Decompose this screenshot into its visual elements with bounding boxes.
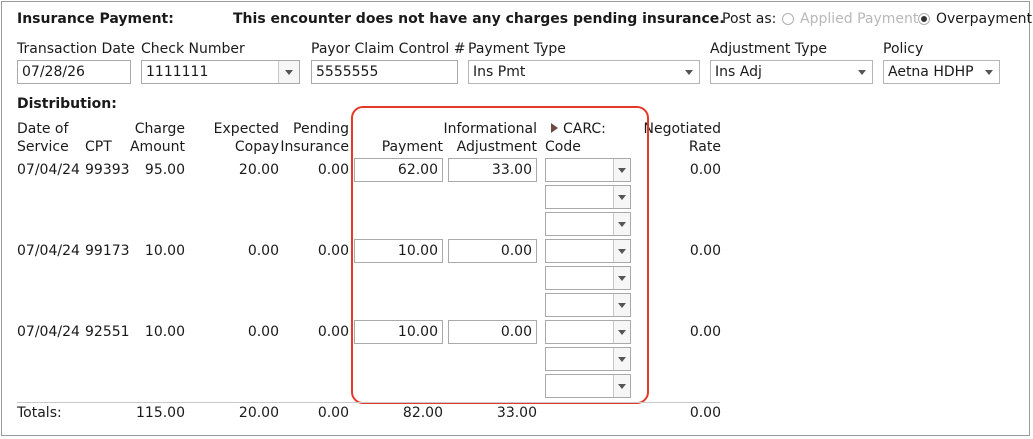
- payment-type-label: Payment Type: [468, 41, 566, 57]
- total-copay: 20.00: [238, 405, 279, 421]
- highlight-box: [351, 106, 649, 404]
- row-negotiated: 0.00: [689, 162, 721, 178]
- row-copay: 20.00: [238, 162, 279, 178]
- transaction-date-label: Transaction Date: [17, 41, 136, 57]
- chevron-down-icon: [685, 70, 693, 75]
- col-date-line2: Service: [17, 139, 69, 155]
- check-number-label: Check Number: [141, 41, 245, 57]
- col-copay-line2: Copay: [234, 139, 279, 155]
- check-number-dropdown-button[interactable]: [278, 61, 299, 83]
- payment-type-select[interactable]: Ins Pmt: [468, 60, 700, 84]
- notice-text: This encounter does not have any charges…: [233, 11, 725, 27]
- row-cpt: 99173: [85, 243, 130, 259]
- chevron-down-icon: [985, 70, 993, 75]
- totals-divider: [17, 402, 720, 403]
- total-negotiated: 0.00: [689, 405, 721, 421]
- row-date: 07/04/24: [17, 324, 80, 340]
- chevron-down-icon: [285, 70, 293, 75]
- col-cpt: CPT: [85, 139, 112, 155]
- col-date-line1: Date of: [17, 121, 69, 137]
- col-negotiated-line1: Negotiated: [643, 121, 722, 137]
- row-negotiated: 0.00: [689, 324, 721, 340]
- adjustment-type-label: Adjustment Type: [710, 41, 827, 57]
- adjustment-type-value: Ins Adj: [715, 64, 762, 80]
- col-copay-line1: Expected: [213, 121, 279, 137]
- total-info-adjustment: 33.00: [496, 405, 537, 421]
- radio-applied-payment[interactable]: [782, 13, 794, 25]
- row-charge: 95.00: [144, 162, 185, 178]
- post-as-label: Post as:: [722, 11, 777, 27]
- total-payment: 82.00: [402, 405, 443, 421]
- row-copay: 0.00: [247, 243, 279, 259]
- policy-label: Policy: [883, 41, 924, 57]
- row-charge: 10.00: [144, 243, 185, 259]
- transaction-date-field[interactable]: 07/28/26: [17, 60, 131, 84]
- adjustment-type-select[interactable]: Ins Adj: [710, 60, 873, 84]
- check-number-combo[interactable]: 1111111: [141, 60, 300, 84]
- col-pending-line1: Pending: [293, 121, 349, 137]
- totals-label: Totals:: [17, 405, 62, 421]
- row-copay: 0.00: [247, 324, 279, 340]
- payor-claim-label: Payor Claim Control #: [311, 41, 466, 57]
- row-pending: 0.00: [317, 324, 349, 340]
- row-date: 07/04/24: [17, 243, 80, 259]
- row-pending: 0.00: [317, 162, 349, 178]
- col-charge-line2: Amount: [129, 139, 185, 155]
- row-charge: 10.00: [144, 324, 185, 340]
- radio-overpayment[interactable]: [918, 13, 930, 25]
- col-pending-line2: Insurance: [280, 139, 349, 155]
- overpayment-label[interactable]: Overpayment: [936, 11, 1032, 27]
- row-cpt: 99393: [85, 162, 130, 178]
- row-date: 07/04/24: [17, 162, 80, 178]
- payment-type-value: Ins Pmt: [473, 64, 526, 80]
- row-negotiated: 0.00: [689, 243, 721, 259]
- col-negotiated-line2: Rate: [688, 139, 721, 155]
- check-number-value: 1111111: [146, 64, 209, 80]
- row-cpt: 92551: [85, 324, 130, 340]
- row-pending: 0.00: [317, 243, 349, 259]
- chevron-down-icon: [858, 70, 866, 75]
- policy-select[interactable]: Aetna HDHP: [883, 60, 1000, 84]
- distribution-title: Distribution:: [17, 96, 117, 112]
- payor-claim-field[interactable]: 5555555: [311, 60, 458, 84]
- policy-value: Aetna HDHP: [888, 64, 974, 80]
- panel-title: Insurance Payment:: [17, 11, 174, 27]
- col-charge-line1: Charge: [134, 121, 185, 137]
- applied-payment-label[interactable]: Applied Payment: [800, 11, 918, 27]
- total-pending: 0.00: [317, 405, 349, 421]
- total-charge: 115.00: [136, 405, 185, 421]
